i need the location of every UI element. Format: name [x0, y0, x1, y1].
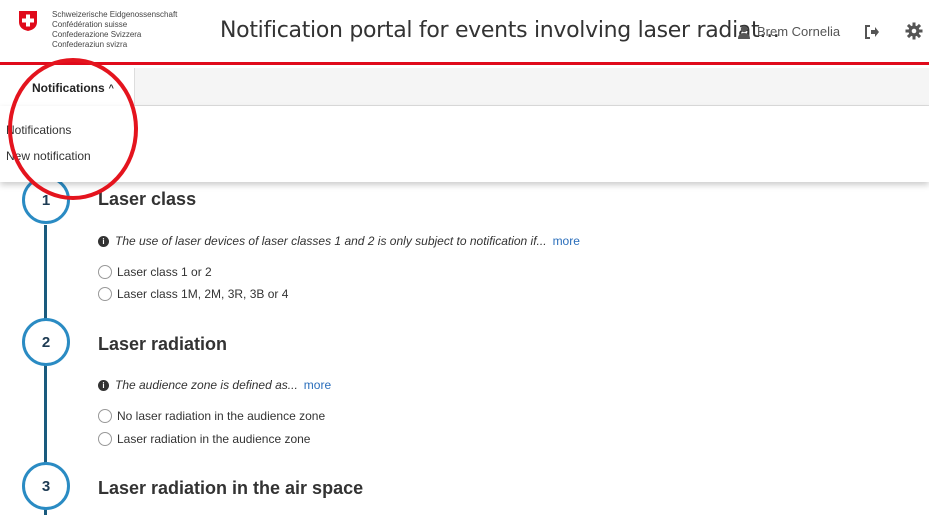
- main-nav: Notifications ^: [0, 68, 929, 106]
- user-menu[interactable]: Brem Cornelia: [737, 24, 840, 39]
- radio-option[interactable]: Laser class 1 or 2: [98, 265, 212, 279]
- step-number: 1: [22, 176, 70, 224]
- logo-line: Schweizerische Eidgenossenschaft: [52, 10, 178, 19]
- gear-icon[interactable]: [905, 22, 923, 40]
- app-header: Schweizerische Eidgenossenschaft Confédé…: [0, 0, 929, 65]
- logo-line: Confédération suisse: [52, 20, 128, 29]
- menu-item-notifications[interactable]: Notifications: [6, 123, 71, 137]
- user-name: Brem Cornelia: [757, 24, 841, 39]
- info-text: The audience zone is defined as...: [115, 378, 298, 392]
- radio-button[interactable]: [98, 265, 112, 279]
- logo-line: Confederazione Svizzera: [52, 30, 142, 39]
- logout-icon[interactable]: [864, 24, 880, 40]
- more-link[interactable]: more: [553, 234, 580, 248]
- radio-label: Laser class 1M, 2M, 3R, 3B or 4: [117, 287, 289, 301]
- page-title: Notification portal for events involving…: [220, 18, 780, 43]
- logo-line: Confederaziun svizra: [52, 40, 128, 49]
- radio-label: Laser radiation in the audience zone: [117, 432, 311, 446]
- step-info: i The use of laser devices of laser clas…: [98, 234, 580, 248]
- radio-option[interactable]: No laser radiation in the audience zone: [98, 409, 325, 423]
- step-title: Laser class: [98, 189, 197, 209]
- user-icon: [738, 25, 750, 39]
- info-text: The use of laser devices of laser classe…: [115, 234, 547, 248]
- radio-option[interactable]: Laser class 1M, 2M, 3R, 3B or 4: [98, 287, 288, 301]
- radio-label: Laser class 1 or 2: [117, 265, 212, 279]
- nav-tab-notifications[interactable]: Notifications ^: [0, 68, 135, 106]
- step-number: 3: [22, 462, 70, 510]
- step-info: i The audience zone is defined as... mor…: [98, 378, 331, 392]
- menu-item-new-notification[interactable]: New notification: [6, 149, 91, 163]
- radio-button[interactable]: [98, 409, 112, 423]
- nav-tab-label: Notifications: [32, 81, 105, 95]
- radio-label: No laser radiation in the audience zone: [117, 409, 326, 423]
- more-link[interactable]: more: [304, 378, 331, 392]
- radio-button[interactable]: [98, 287, 112, 301]
- swiss-cross-icon: [19, 11, 37, 31]
- notifications-dropdown: Notifications New notification: [0, 106, 929, 182]
- radio-button[interactable]: [98, 432, 112, 446]
- info-icon: i: [98, 379, 109, 391]
- step-number: 2: [22, 318, 70, 366]
- step-title: Laser radiation: [98, 334, 228, 354]
- step-title: Laser radiation in the air space: [98, 478, 364, 498]
- info-icon: i: [98, 235, 109, 247]
- radio-option[interactable]: Laser radiation in the audience zone: [98, 432, 310, 446]
- chevron-up-icon: ^: [108, 83, 114, 93]
- federal-logo-text: Schweizerische Eidgenossenschaft Confédé…: [52, 10, 177, 50]
